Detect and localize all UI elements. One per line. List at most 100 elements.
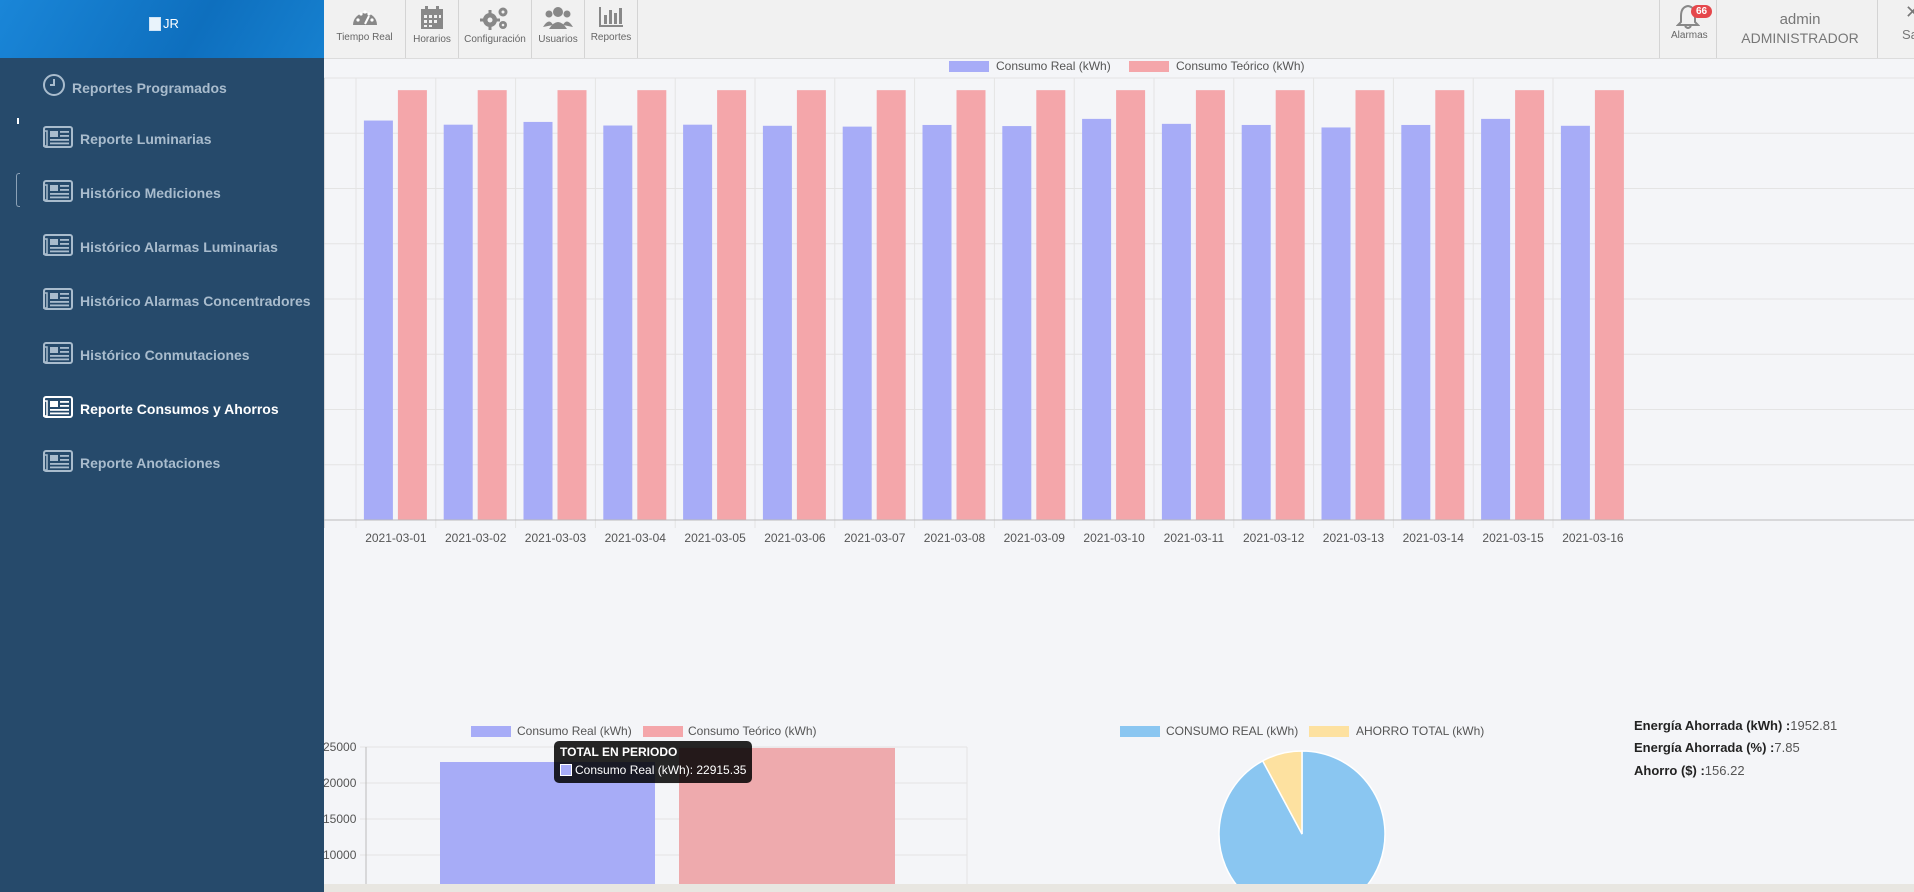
sidebar-logo-area: JR [0,0,324,58]
sidebar-item-historico-mediciones[interactable]: Histórico Mediciones [0,166,324,220]
toolbar-divider [1877,0,1878,58]
y-tick-label: 15000 [324,812,357,826]
toolbar-button-reportes[interactable]: Reportes [585,0,638,58]
newspaper-icon [43,234,73,256]
tooltip-title: TOTAL EN PERIODO [560,745,678,759]
toolbar-label: Usuarios [538,34,578,45]
calendar-icon [421,6,443,29]
bar-chart-icon [599,7,623,27]
legend-label: Consumo Real (kWh) [996,60,1111,73]
bar-consumo-teorico [477,90,507,520]
bar-consumo-teorico [1594,90,1624,520]
tooltip-label: Consumo Real (kWh): 22915.35 [575,763,747,777]
kpi-label: Ahorro ($) : [1634,763,1705,778]
bar-consumo-real [603,125,633,520]
toolbar-button-tiempo-real[interactable]: Tiempo Real [324,0,406,58]
bar-consumo-teorico [796,90,826,520]
bar-consumo-teorico [1275,90,1305,520]
toolbar-label: Tiempo Real [336,32,393,43]
legend-swatch [643,726,683,737]
sidebar-item-reporte-luminarias[interactable]: Reporte Luminarias [0,112,324,166]
bar-consumo-teorico [1036,90,1066,520]
y-tick-label: 10000 [324,848,357,862]
bar-consumo-real [1481,118,1511,520]
chart-tooltip: TOTAL EN PERIODO Consumo Real (kWh): 229… [554,741,752,783]
bar-consumo-real [523,121,553,520]
x-tick-label: 2021-03-03 [525,531,587,545]
x-tick-label: 2021-03-12 [1243,531,1305,545]
toolbar-label: Reportes [590,32,632,43]
close-icon[interactable]: ✕ [1905,2,1914,23]
legend-swatch [949,61,989,72]
bar-consumo-teorico [557,90,587,520]
bar-consumo-real [1161,123,1191,521]
sidebar-item-historico-alarmas-luminarias[interactable]: Histórico Alarmas Luminarias [0,220,324,274]
bar-consumo-teorico [1515,90,1545,520]
sidebar-item-historico-alarmas-concentradores[interactable]: Histórico Alarmas Concentradores [0,274,324,328]
x-tick-label: 2021-03-13 [1323,531,1385,545]
x-tick-label: 2021-03-04 [605,531,667,545]
logout-label-partial[interactable]: Sa [1902,27,1914,42]
bar-consumo-teorico [397,90,427,520]
sidebar-item-reporte-consumos-y-ahorros[interactable]: Reporte Consumos y Ahorros [0,382,324,436]
users-icon [543,7,573,29]
x-tick-label: 2021-03-15 [1482,531,1544,545]
user-menu[interactable]: admin ADMINISTRADOR [1740,10,1860,48]
legend-label: Consumo Teórico (kWh) [688,724,816,738]
savings-pie-chart: CONSUMO REAL (kWh) AHORRO TOTAL (kWh) [1120,724,1484,886]
tooltip-swatch [560,764,572,776]
x-tick-label: 2021-03-06 [764,531,826,545]
sidebar-item-historico-conmutaciones[interactable]: Histórico Conmutaciones [0,328,324,382]
x-tick-label: 2021-03-01 [365,531,427,545]
sidebar-item-reporte-anotaciones[interactable]: Reporte Anotaciones [0,436,324,490]
bar-consumo-teorico [717,90,747,520]
broken-image-icon [149,16,161,31]
legend-label: AHORRO TOTAL (kWh) [1356,724,1484,738]
sidebar-item-label: Histórico Conmutaciones [80,347,250,363]
x-tick-label: 2021-03-05 [684,531,746,545]
sidebar-menu: Reportes Programados Reporte Luminarias Hi… [0,58,324,490]
map-preview-strip [324,884,1914,892]
y-tick-label: 25000 [324,740,357,754]
bar-consumo-real [1002,126,1032,520]
toolbar-button-horarios[interactable]: Horarios [406,0,459,58]
toolbar-button-configuracion[interactable]: Configuración [459,0,532,58]
newspaper-icon [43,342,73,364]
x-tick-label: 2021-03-16 [1562,531,1624,545]
toolbar-button-usuarios[interactable]: Usuarios [532,0,585,58]
legend-swatch [1120,726,1160,737]
x-tick-label: 2021-03-09 [1004,531,1066,545]
sidebar-item-reportes-programados[interactable]: Reportes Programados [0,58,324,112]
sidebar-item-label: Histórico Mediciones [80,185,221,201]
x-tick-label: 2021-03-11 [1164,531,1225,545]
kpi-savings-money: Ahorro ($) :156.22 [1634,763,1745,778]
bar-consumo-real [1560,125,1590,520]
daily-consumption-chart: Consumo Real (kWh)Consumo Teórico (kWh)0… [324,60,1914,545]
bar-consumo-real [1401,124,1431,521]
alarm-count-badge: 66 [1691,5,1713,18]
sidebar-item-label: Reporte Anotaciones [80,455,221,471]
alarms-button[interactable]: 66 Alarmas [1659,0,1717,58]
kpi-energy-saved-pct: Energía Ahorrada (%) :7.85 [1634,740,1800,755]
legend-swatch [1129,61,1169,72]
bar-consumo-teorico [876,90,906,520]
sidebar: JR Reportes Programados Reporte Luminaria… [0,0,324,892]
legend-swatch [1309,726,1349,737]
bar-consumo-teorico [956,90,986,520]
toolbar-label: Configuración [464,34,526,45]
sidebar-item-label: Reportes Programados [72,80,227,96]
logo-image[interactable]: JR [149,16,179,31]
newspaper-icon [43,126,73,148]
bar-consumo-real [842,126,872,521]
bar-consumo-real [683,124,713,520]
user-role: ADMINISTRADOR [1741,30,1859,46]
bar-consumo-real [443,124,473,520]
legend-label: Consumo Real (kWh) [517,724,632,738]
bar-consumo-teorico [1116,90,1146,520]
bar-consumo-teorico [1435,90,1465,520]
bar-consumo-teorico [1355,90,1385,520]
newspaper-icon [43,450,73,472]
legend-swatch [471,726,511,737]
x-tick-label: 2021-03-14 [1403,531,1465,545]
newspaper-icon [43,288,73,310]
